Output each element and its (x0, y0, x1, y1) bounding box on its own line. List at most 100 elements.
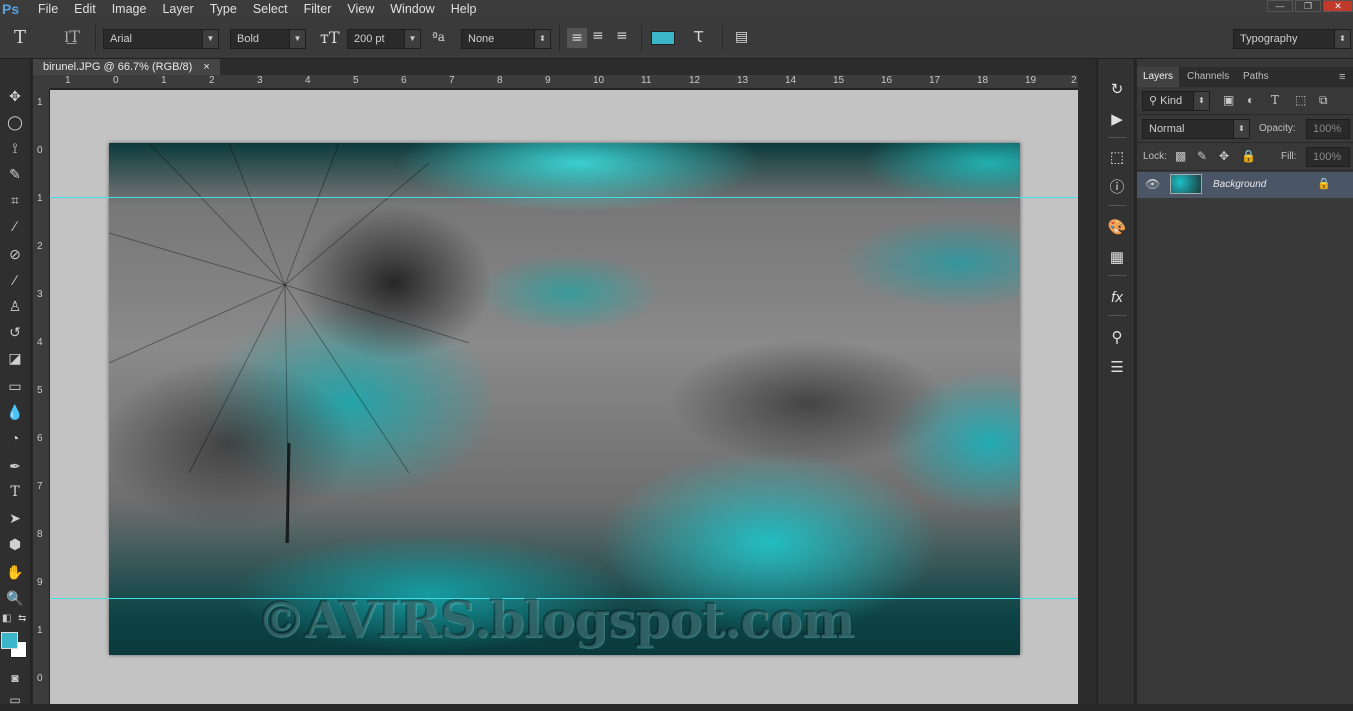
clone-stamp-icon[interactable]: ♙ (4, 295, 26, 317)
dodge-tool-icon[interactable]: ◔ (4, 427, 26, 449)
opacity-input[interactable]: 100% (1306, 119, 1350, 139)
shape-tool-icon[interactable]: ⬢ (4, 533, 26, 555)
layer-row[interactable]: 👁 Background 🔒 (1137, 172, 1353, 198)
history-icon[interactable]: ↻ (1106, 79, 1128, 101)
menu-view[interactable]: View (339, 0, 382, 18)
lock-transparent-icon[interactable]: ▩ (1175, 149, 1186, 163)
layer-name[interactable]: Background (1213, 179, 1266, 190)
brushes-icon[interactable]: ⚲ (1106, 327, 1128, 349)
font-size-select[interactable]: 200 pt ▼ (347, 29, 421, 49)
move-tool-icon[interactable]: ✥ (4, 85, 26, 107)
fill-input[interactable]: 100% (1306, 147, 1350, 167)
menu-edit[interactable]: Edit (66, 0, 104, 18)
smart-object-filter-icon[interactable]: ⧉ (1319, 93, 1328, 108)
info-icon[interactable]: ⓘ (1106, 177, 1128, 199)
path-selection-icon[interactable]: ➤ (4, 507, 26, 529)
shape-filter-icon[interactable]: ⬚ (1295, 93, 1306, 107)
ruler-origin[interactable] (33, 75, 50, 89)
document-tabs: birunel.JPG @ 66.7% (RGB/8) × (33, 59, 1095, 75)
horizontal-ruler[interactable]: 1 0 1 2 3 4 5 6 7 8 9 10 11 12 13 14 15 … (50, 75, 1080, 89)
quick-selection-icon[interactable]: ✎ (4, 163, 26, 185)
styles-fx-icon[interactable]: fx (1106, 287, 1128, 309)
lock-position-icon[interactable]: ✥ (1219, 149, 1229, 163)
menu-help[interactable]: Help (443, 0, 485, 18)
guide-line[interactable] (50, 197, 1078, 198)
document-tab-title: birunel.JPG @ 66.7% (RGB/8) (43, 61, 193, 73)
type-tool-icon[interactable]: T (4, 481, 26, 503)
swatches-icon[interactable]: ▦ (1106, 247, 1128, 269)
warp-text-icon[interactable]: Ꚍ (694, 28, 703, 46)
adjustments-sliders-icon[interactable]: ☰ (1106, 357, 1128, 379)
gradient-tool-icon[interactable]: ▭ (4, 375, 26, 397)
document-image[interactable] (109, 143, 1020, 655)
pixel-filter-icon[interactable]: ▣ (1223, 93, 1234, 107)
hand-tool-icon[interactable]: ✋ (4, 561, 26, 583)
blur-tool-icon[interactable]: 💧 (4, 401, 26, 423)
ruler-number: 16 (881, 75, 893, 86)
lock-image-icon[interactable]: ✎ (1197, 149, 1207, 163)
restore-button[interactable]: ❐ (1295, 0, 1321, 12)
tab-paths[interactable]: Paths (1237, 67, 1275, 87)
align-center-icon[interactable]: ≡ (592, 28, 604, 44)
eyedropper-icon[interactable]: ⁄ (4, 215, 26, 237)
tab-channels[interactable]: Channels (1181, 67, 1235, 87)
font-family-select[interactable]: Arial ▼ (103, 29, 219, 49)
color-palette-icon[interactable]: 🎨 (1106, 217, 1128, 239)
panel-menu-icon[interactable]: ≡ (1333, 67, 1351, 87)
type-filter-icon[interactable]: T (1271, 93, 1279, 107)
menu-filter[interactable]: Filter (296, 0, 340, 18)
history-brush-icon[interactable]: ↺ (4, 321, 26, 343)
crop-tool-icon[interactable]: ⌗ (4, 189, 26, 211)
screen-mode-icon[interactable]: ▭ (4, 689, 26, 711)
close-tab-icon[interactable]: × (203, 61, 209, 73)
elliptical-marquee-icon[interactable]: ◯ (4, 111, 26, 133)
eye-visibility-icon[interactable]: 👁 (1145, 177, 1160, 191)
polygonal-lasso-icon[interactable]: ⟟ (4, 137, 26, 159)
swap-colors-icon[interactable]: ⇆ (18, 613, 26, 624)
zoom-tool-icon[interactable]: 🔍 (4, 587, 26, 609)
close-button[interactable]: ✕ (1323, 0, 1353, 12)
healing-brush-icon[interactable]: ⊘ (4, 243, 26, 265)
blend-mode-select[interactable]: Normal ⬍ (1142, 119, 1250, 139)
ruler-number: 6 (401, 75, 407, 86)
ruler-number: 19 (1025, 75, 1037, 86)
menu-file[interactable]: File (30, 0, 66, 18)
filter-kind-select[interactable]: ⚲ Kind ⬍ (1142, 91, 1210, 111)
font-style-select[interactable]: Bold ▼ (230, 29, 306, 49)
ruler-number: 4 (305, 75, 311, 86)
quick-mask-icon[interactable]: ◙ (4, 667, 26, 689)
align-left-icon[interactable]: ≡ (567, 28, 587, 48)
menu-select[interactable]: Select (245, 0, 296, 18)
menu-image[interactable]: Image (104, 0, 155, 18)
character-panel-icon[interactable]: ▤ (735, 29, 748, 45)
divider (641, 25, 642, 51)
foreground-color-swatch[interactable] (1, 632, 18, 649)
tab-layers[interactable]: Layers (1137, 67, 1180, 87)
ruler-number: 17 (929, 75, 941, 86)
ruler-number: 1 (37, 193, 43, 204)
brush-tool-icon[interactable]: ∕ (4, 269, 26, 291)
align-right-icon[interactable]: ≡ (616, 28, 628, 44)
lock-all-icon[interactable]: 🔒 (1241, 149, 1256, 163)
3d-icon[interactable]: ⬚ (1106, 147, 1128, 169)
pen-tool-icon[interactable]: ✒ (4, 455, 26, 477)
ruler-number: 2 (1071, 75, 1077, 86)
minimize-button[interactable]: — (1267, 0, 1293, 12)
menu-type[interactable]: Type (202, 0, 245, 18)
anti-alias-select[interactable]: None ⬍ (461, 29, 551, 49)
panel-icon-dock: ↻ ▶ ⬚ ⓘ 🎨 ▦ fx ⚲ ☰ (1097, 59, 1135, 704)
text-color-swatch[interactable] (651, 31, 675, 45)
toggle-text-orientation-icon[interactable]: I͟T (64, 27, 80, 47)
actions-play-icon[interactable]: ▶ (1106, 109, 1128, 131)
menu-layer[interactable]: Layer (154, 0, 201, 18)
menu-window[interactable]: Window (382, 0, 442, 18)
blend-mode-value: Normal (1149, 123, 1185, 135)
default-colors-icon[interactable]: ◧ (2, 613, 11, 624)
horizontal-type-icon[interactable]: T (14, 27, 26, 48)
vertical-scrollbar[interactable] (1078, 75, 1095, 704)
workspace-select[interactable]: Typography ⬍ (1233, 29, 1351, 49)
document-tab[interactable]: birunel.JPG @ 66.7% (RGB/8) × (33, 59, 220, 75)
vertical-ruler[interactable]: 1 0 1 2 3 4 5 6 7 8 9 1 0 (33, 89, 50, 704)
adjustment-filter-icon[interactable]: ◐ (1247, 93, 1254, 107)
eraser-icon[interactable]: ◪ (4, 347, 26, 369)
